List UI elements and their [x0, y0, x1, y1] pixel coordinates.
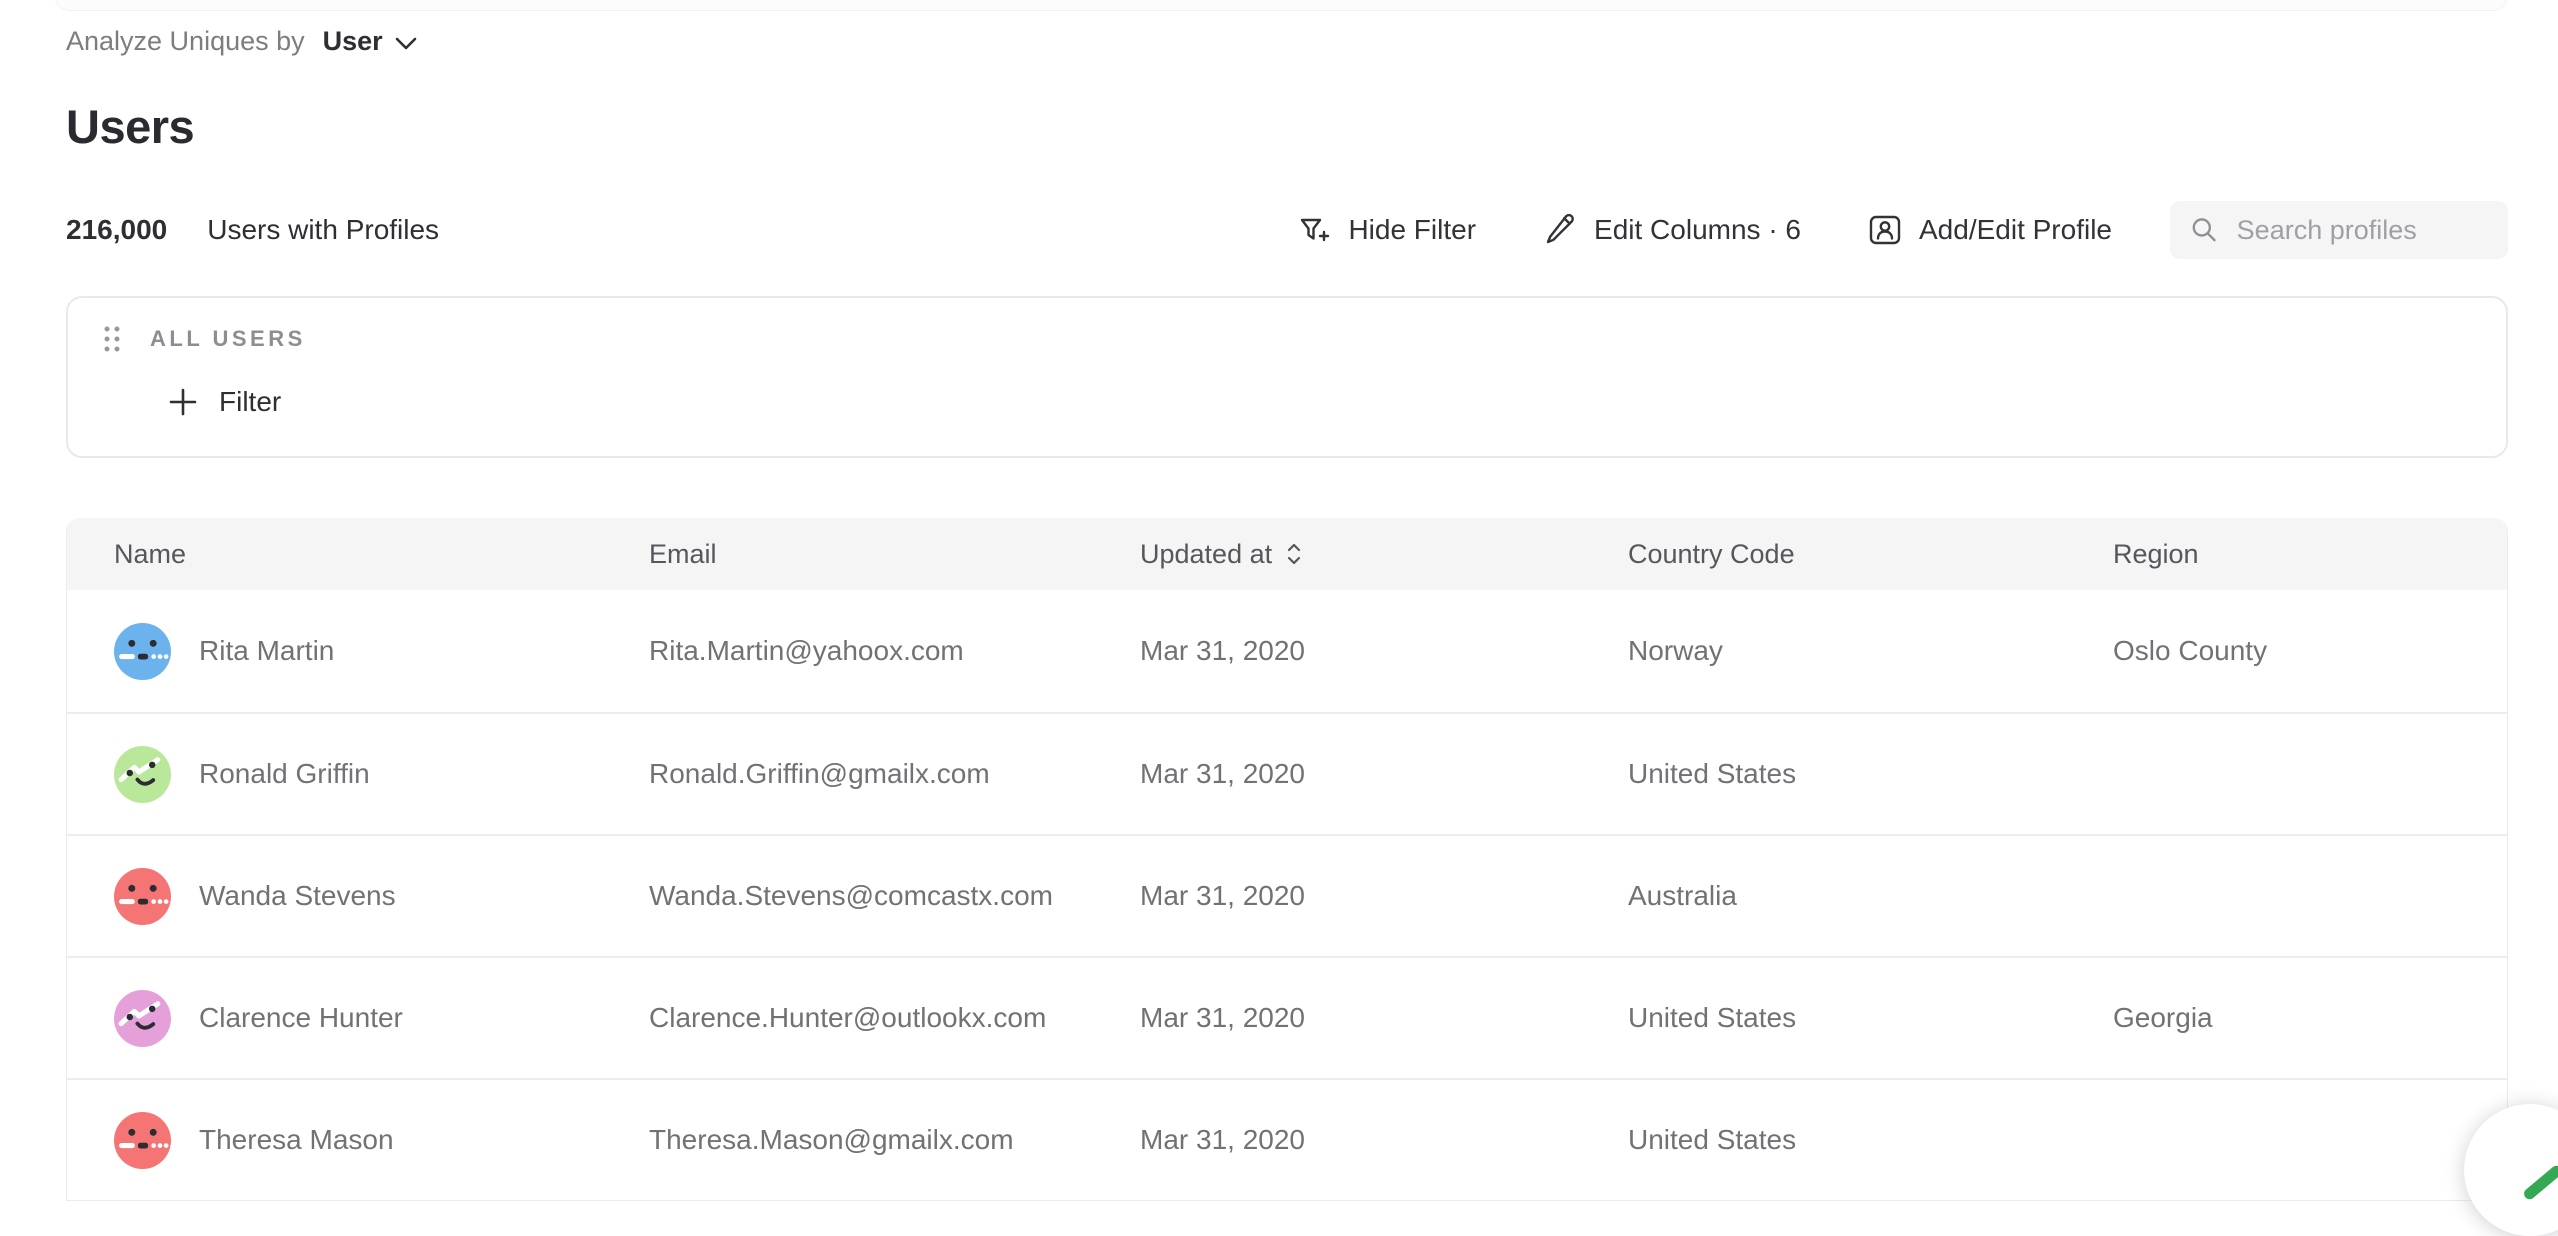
cell-region: Georgia — [2066, 1002, 2509, 1034]
users-table: Name Email Updated at Country Code Regio… — [66, 518, 2508, 1201]
analyze-uniques-label: Analyze Uniques by — [66, 26, 305, 57]
cell-email: Theresa.Mason@gmailx.com — [602, 1124, 1093, 1156]
cell-region: Oslo County — [2066, 635, 2509, 667]
search-profiles-input[interactable] — [2237, 215, 2488, 246]
column-header-region[interactable]: Region — [2066, 539, 2509, 570]
cell-country: United States — [1581, 1124, 2066, 1156]
avatar-face-icon — [114, 868, 171, 925]
users-page: Analyze Uniques by User Users 216,000 Us… — [66, 0, 2508, 1201]
cell-email: Ronald.Griffin@gmailx.com — [602, 758, 1093, 790]
column-header-country-code[interactable]: Country Code — [1581, 539, 2066, 570]
drag-handle-icon — [102, 324, 124, 354]
pencil-icon — [1542, 212, 1578, 248]
avatar-face-icon — [114, 623, 171, 680]
cell-country: Norway — [1581, 635, 2066, 667]
user-avatar — [114, 623, 171, 680]
search-profiles-box[interactable] — [2170, 201, 2508, 259]
add-edit-profile-label: Add/Edit Profile — [1919, 214, 2112, 246]
cell-name: Wanda Stevens — [199, 880, 396, 912]
cell-name-container: Rita Martin — [67, 623, 602, 680]
cell-updated: Mar 31, 2020 — [1093, 635, 1581, 667]
edit-columns-button[interactable]: Edit Columns · 6 — [1542, 212, 1801, 248]
cell-updated: Mar 31, 2020 — [1093, 758, 1581, 790]
table-row[interactable]: Clarence Hunter Clarence.Hunter@outlookx… — [67, 956, 2507, 1078]
table-row[interactable]: Theresa Mason Theresa.Mason@gmailx.com M… — [67, 1078, 2507, 1200]
cell-email: Rita.Martin@yahoox.com — [602, 635, 1093, 667]
hide-filter-button[interactable]: Hide Filter — [1296, 212, 1476, 248]
search-icon — [2190, 213, 2219, 247]
cell-name-container: Theresa Mason — [67, 1112, 602, 1169]
cell-name: Theresa Mason — [199, 1124, 394, 1156]
chevron-down-icon — [395, 37, 417, 51]
toolbar-actions: Hide Filter Edit Columns · 6 Add/Edit Pr… — [1296, 201, 2508, 259]
cell-updated: Mar 31, 2020 — [1093, 1124, 1581, 1156]
add-filter-button[interactable]: Filter — [167, 386, 281, 418]
column-header-email[interactable]: Email — [602, 539, 1093, 570]
funnel-plus-icon — [1296, 212, 1332, 248]
cell-name-container: Wanda Stevens — [67, 868, 602, 925]
profiles-count-label: Users with Profiles — [207, 214, 439, 246]
table-row[interactable]: Wanda Stevens Wanda.Stevens@comcastx.com… — [67, 834, 2507, 956]
analyze-uniques-dropdown[interactable]: User — [323, 26, 417, 57]
cell-updated: Mar 31, 2020 — [1093, 1002, 1581, 1034]
cell-name: Rita Martin — [199, 635, 334, 667]
add-edit-profile-button[interactable]: Add/Edit Profile — [1867, 212, 2112, 248]
hide-filter-label: Hide Filter — [1348, 214, 1476, 246]
column-header-updated-at[interactable]: Updated at — [1093, 539, 1581, 570]
cell-country: Australia — [1581, 880, 2066, 912]
cell-country: United States — [1581, 758, 2066, 790]
analyze-uniques-value: User — [323, 26, 383, 57]
avatar-face-icon — [114, 746, 171, 803]
user-avatar — [114, 990, 171, 1047]
cell-email: Clarence.Hunter@outlookx.com — [602, 1002, 1093, 1034]
cell-name-container: Clarence Hunter — [67, 990, 602, 1047]
avatar-face-icon — [114, 990, 171, 1047]
filter-group-label: ALL USERS — [150, 326, 306, 352]
filter-card: ALL USERS Filter — [66, 296, 2508, 458]
avatar-face-icon — [114, 1112, 171, 1169]
user-avatar — [114, 746, 171, 803]
profiles-count: 216,000 — [66, 214, 167, 246]
profile-badge-icon — [1867, 212, 1903, 248]
cell-name: Ronald Griffin — [199, 758, 370, 790]
analyze-uniques-row: Analyze Uniques by User — [66, 26, 2508, 57]
drag-handle[interactable] — [102, 324, 124, 354]
cell-email: Wanda.Stevens@comcastx.com — [602, 880, 1093, 912]
column-header-name[interactable]: Name — [67, 539, 602, 570]
toolbar-row: 216,000 Users with Profiles Hide Filter … — [66, 200, 2508, 260]
user-avatar — [114, 868, 171, 925]
user-avatar — [114, 1112, 171, 1169]
table-row[interactable]: Ronald Griffin Ronald.Griffin@gmailx.com… — [67, 712, 2507, 834]
cell-name: Clarence Hunter — [199, 1002, 403, 1034]
cell-country: United States — [1581, 1002, 2066, 1034]
table-row[interactable]: Rita Martin Rita.Martin@yahoox.com Mar 3… — [67, 590, 2507, 712]
filter-group-header: ALL USERS — [102, 324, 306, 354]
page-title: Users — [66, 99, 2508, 154]
sort-icon — [1286, 542, 1302, 566]
edit-columns-label: Edit Columns · 6 — [1594, 214, 1801, 246]
profiles-count-group: 216,000 Users with Profiles — [66, 214, 439, 246]
add-filter-label: Filter — [219, 386, 281, 418]
table-header-row: Name Email Updated at Country Code Regio… — [67, 518, 2507, 590]
cell-updated: Mar 31, 2020 — [1093, 880, 1581, 912]
cell-name-container: Ronald Griffin — [67, 746, 602, 803]
table-body: Rita Martin Rita.Martin@yahoox.com Mar 3… — [67, 590, 2507, 1200]
plus-icon — [167, 386, 199, 418]
